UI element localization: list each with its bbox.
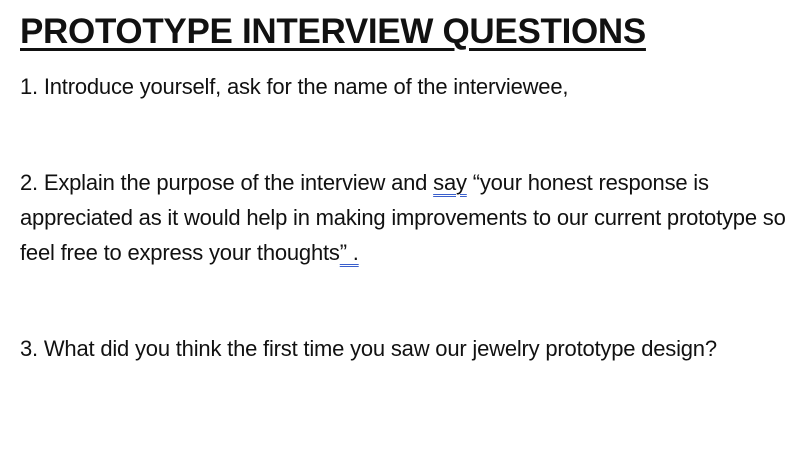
question-2-text-start: 2. Explain the purpose of the interview … <box>20 170 434 195</box>
question-2: 2. Explain the purpose of the interview … <box>20 165 790 270</box>
grammar-flagged-punctuation[interactable]: ” . <box>340 240 359 265</box>
document-title: PROTOTYPE INTERVIEW QUESTIONS <box>20 12 646 51</box>
question-1: 1. Introduce yourself, ask for the name … <box>20 74 569 99</box>
question-3: 3. What did you think the first time you… <box>20 336 717 361</box>
grammar-flagged-word[interactable]: say <box>433 170 467 195</box>
document-page: PROTOTYPE INTERVIEW QUESTIONS 1. Introdu… <box>20 0 790 366</box>
